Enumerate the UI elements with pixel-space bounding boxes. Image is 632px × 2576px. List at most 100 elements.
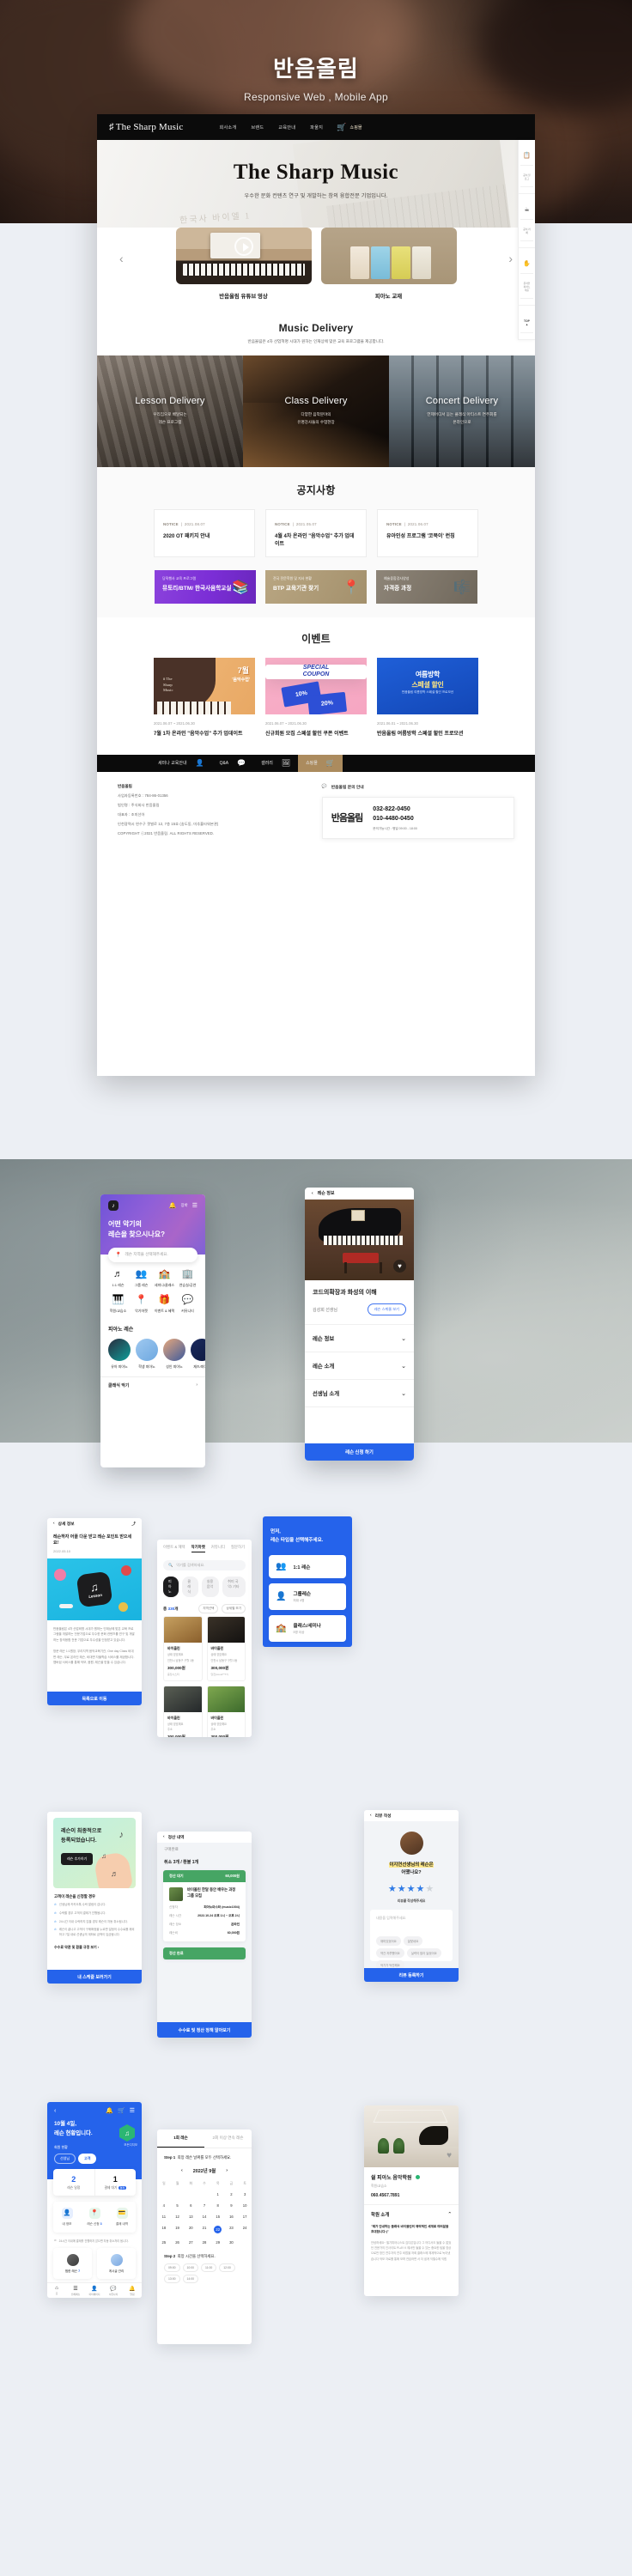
calendar-day[interactable]: 29 — [211, 2237, 225, 2248]
calendar-day[interactable] — [171, 2189, 185, 2200]
heart-icon[interactable]: ♥ — [447, 2151, 452, 2160]
chevron-left-icon[interactable]: ‹ — [370, 1814, 372, 1818]
chevron-left-icon[interactable]: ‹ — [54, 2108, 56, 2114]
tab-question[interactable]: 질문하기 — [231, 1545, 245, 1552]
market-card[interactable]: 바이올린 상태 양호해요 인천시 남동구 구월 1동 300,000원 당진(c… — [206, 1616, 246, 1681]
star-filled-icon[interactable]: ★ — [416, 1884, 425, 1894]
chevron-left-icon[interactable]: ‹ — [312, 1191, 313, 1196]
menu-item-academy[interactable]: 🎹 학원/교습소 — [106, 1295, 130, 1314]
calendar-day[interactable]: 26 — [171, 2237, 185, 2248]
star-filled-icon[interactable]: ★ — [407, 1884, 416, 1894]
cart-label[interactable]: 장바 — [181, 1203, 188, 1208]
time-slot[interactable]: 10:00 — [182, 2263, 198, 2272]
notice-card[interactable]: NOTICE | 2021.05.07 4월 4차 온라인 "음악수업" 추가 … — [265, 509, 367, 557]
calendar-day[interactable]: 21 — [198, 2222, 211, 2237]
segment-teacher[interactable]: 선생님 — [54, 2153, 76, 2164]
accordion-lesson-intro[interactable]: 레슨 소개 ⌄ — [305, 1352, 414, 1380]
review-textarea[interactable]: 내용을 입력해주세요. 재미있었어요 잘맞네요 약간 지루했어요 실력이 많이 … — [370, 1910, 453, 1971]
hamburger-icon[interactable]: ☰ — [130, 2107, 135, 2114]
calendar-day[interactable]: 9 — [225, 2200, 239, 2211]
tab-menu[interactable]: ☰ 전체메뉴 — [66, 2283, 85, 2298]
calendar-day[interactable]: 13 — [184, 2211, 198, 2222]
market-card[interactable]: 바이올린 상태 양호해요 주소 300,000원 반음올림 매니저 — [163, 1685, 203, 1737]
menu-item-one-to-one[interactable]: ♬ 1:1 레슨 — [106, 1269, 130, 1288]
cart-icon[interactable]: 🛒 — [118, 2107, 125, 2114]
chip-classic[interactable]: 클래식 — [182, 1577, 198, 1597]
tab-alarm[interactable]: 🔔 알림 — [123, 2283, 142, 2298]
menu-item-practice-room[interactable]: 🏢 연습실/공연 — [176, 1269, 199, 1288]
calendar-day[interactable]: 17 — [238, 2211, 252, 2222]
tab-chat[interactable]: 💬 서유나리 — [104, 2283, 123, 2298]
apply-lesson-button[interactable]: 레슨 신청 하기 — [305, 1443, 414, 1461]
calendar-day[interactable] — [157, 2189, 171, 2200]
calendar-day[interactable]: 30 — [225, 2237, 239, 2248]
calendar-day[interactable]: 25 — [157, 2237, 171, 2248]
calendar-day[interactable] — [238, 2237, 252, 2248]
chip-hobby[interactable]: 취미 국악/ 기타 — [222, 1577, 246, 1597]
tab-event[interactable]: 이벤트 & 혜택 — [163, 1545, 185, 1552]
nav-item-education[interactable]: 교육안내 — [278, 125, 295, 131]
chip-applied[interactable]: 실용음악 — [201, 1577, 220, 1597]
calendar-day[interactable]: 8 — [211, 2200, 225, 2211]
calendar-day[interactable]: 12 — [171, 2211, 185, 2222]
nav-item-company[interactable]: 회사소개 — [219, 125, 236, 131]
footer-tel-2[interactable]: 010-4480-0450 — [373, 814, 417, 823]
menu-item-group[interactable]: 👥 그룹 레슨 — [130, 1269, 153, 1288]
filter-region[interactable]: 지역선택 — [198, 1604, 219, 1613]
star-rating[interactable]: ★★★★★ — [364, 1883, 459, 1894]
calendar-day-selected[interactable]: 22 — [211, 2222, 225, 2237]
share-icon[interactable]: ⤴ — [131, 1521, 136, 1527]
app-logo[interactable]: ♪ — [108, 1200, 118, 1211]
add-lesson-button[interactable]: 레슨 추가하기 — [61, 1853, 94, 1865]
calendar-day[interactable]: 19 — [171, 2222, 185, 2237]
time-slot[interactable]: 11:00 — [201, 2263, 217, 2272]
footer-tel-1[interactable]: 032-822-0450 — [373, 805, 417, 814]
market-search-input[interactable]: 🔍 악기를 검색하세요. — [163, 1560, 246, 1571]
footer-nav-gallery[interactable]: 갤러리 🖼 — [253, 755, 298, 772]
time-slot[interactable]: 14:00 — [182, 2275, 198, 2283]
accordion-teacher-intro[interactable]: 선생님 소개 ⌄ — [305, 1380, 414, 1407]
segment-customer[interactable]: 고객 — [78, 2153, 97, 2164]
menu-item-seminar[interactable]: 🏫 세미나/클래스 — [153, 1269, 176, 1288]
quick-top[interactable]: TOP ▲ — [519, 306, 535, 340]
quick-lesson-apply[interactable]: 📍 레슨 신청 3 — [81, 2207, 108, 2227]
calendar-day[interactable]: 3 — [238, 2189, 252, 2200]
tab-market[interactable]: 악기마켓 — [191, 1545, 205, 1552]
brand-logo[interactable]: ♯ The Sharp Music — [109, 122, 183, 132]
lesson-circle-student[interactable]: 학생 피아노 — [136, 1338, 158, 1370]
event-card[interactable]: SPECIAL COUPON 10% 20% 2021.06.07 ~ 2021.… — [265, 658, 367, 739]
time-slot[interactable]: 12:00 — [219, 2263, 235, 2272]
chevron-left-icon[interactable]: ‹ — [53, 1522, 55, 1526]
time-slot[interactable]: 09:00 — [164, 2263, 180, 2272]
lesson-circle-adult[interactable]: 성인 피아노 — [163, 1338, 185, 1370]
delivery-card-lesson[interactable]: Lesson Delivery 우리집으로 배달되는 레슨 프로그램 — [97, 355, 243, 467]
calendar-day[interactable]: 16 — [225, 2211, 239, 2222]
carousel-item[interactable]: 피아노 교재 — [320, 228, 457, 300]
quick-my-info[interactable]: 👤 내 정보 — [53, 2207, 81, 2227]
market-card[interactable]: 바이올린 상태 양호해요 인천시 남동구 구월 1동 300,000원 중딩시스… — [163, 1616, 203, 1681]
hamburger-icon[interactable]: ☰ — [192, 1202, 198, 1209]
academy-tel[interactable]: 060.4567.7891 — [364, 2189, 459, 2204]
saved-lessons[interactable]: 찜한 레슨 7 — [53, 2247, 92, 2279]
settlement-card[interactable]: 정산 완료 — [163, 1947, 246, 1959]
review-tag[interactable]: 재미있었어요 — [376, 1936, 401, 1947]
view-schedule-button[interactable]: 내 스케줄 보러가기 — [47, 1970, 142, 1984]
event-card[interactable]: 7월 '음악수업' # The Sharp Music 2021.06.07 ~ 2… — [154, 658, 255, 739]
heart-icon[interactable]: ♥ — [393, 1260, 406, 1273]
review-tag[interactable]: 약간 지루했어요 — [376, 1948, 404, 1959]
menu-item-event[interactable]: 🎁 이벤트 & 혜택 — [153, 1295, 176, 1314]
bell-icon[interactable]: 🔔 — [169, 1202, 177, 1209]
star-filled-icon[interactable]: ★ — [398, 1884, 407, 1894]
chip-piano[interactable]: 피아노 — [163, 1577, 179, 1597]
calendar-day[interactable]: 6 — [184, 2200, 198, 2211]
tab-community[interactable]: 커뮤니티 — [211, 1545, 225, 1552]
calendar-day[interactable]: 15 — [211, 2211, 225, 2222]
calendar-day[interactable]: 7 — [198, 2200, 211, 2211]
star-empty-icon[interactable]: ★ — [425, 1884, 434, 1894]
calendar-day[interactable]: 14 — [198, 2211, 211, 2222]
board-manage[interactable]: 게시글 관리 — [97, 2247, 136, 2279]
option-one-to-one[interactable]: 👥 1:1 레슨 — [269, 1555, 346, 1578]
region-search-input[interactable]: 📍 레슨 지역을 선택해주세요. — [108, 1247, 198, 1262]
calendar-day[interactable]: 18 — [157, 2222, 171, 2237]
schedule-button[interactable]: 레슨 스케줄 보기 — [367, 1303, 406, 1315]
